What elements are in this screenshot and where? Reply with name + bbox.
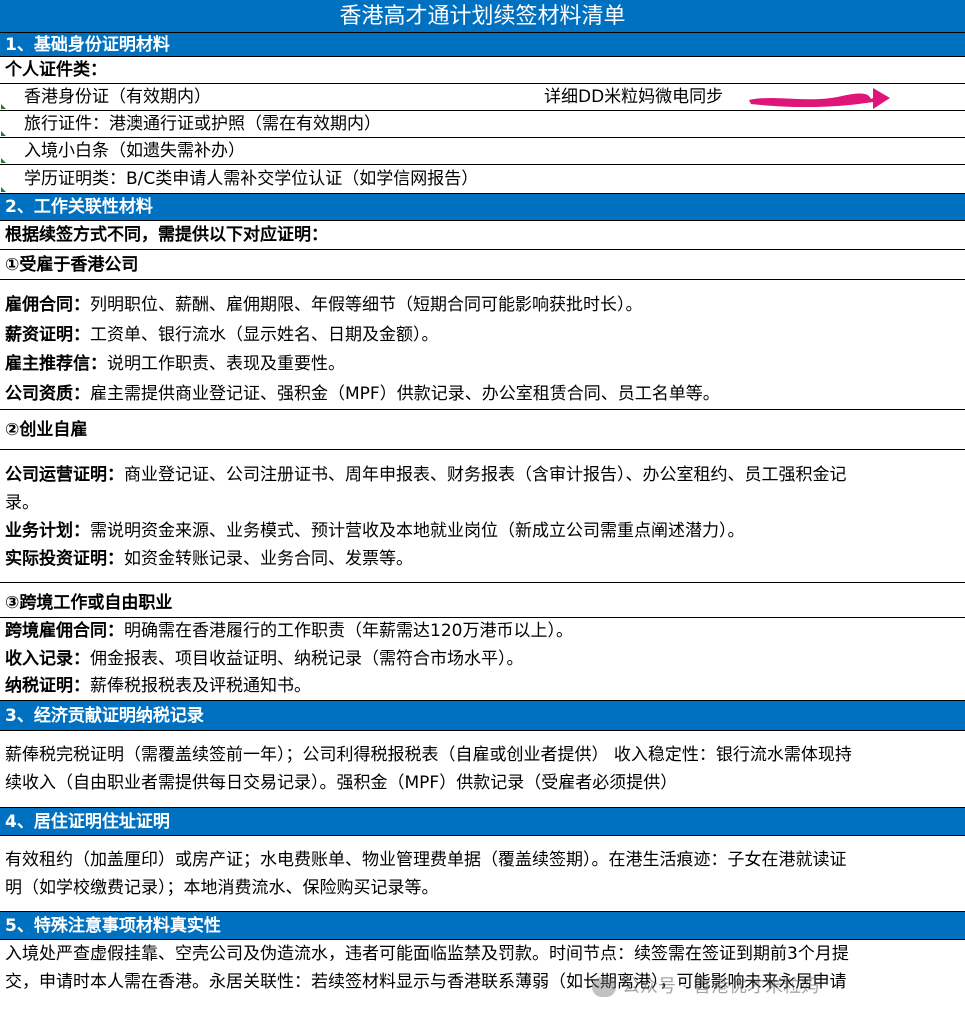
group-2-title: ②创业自雇 — [0, 410, 965, 450]
list-item: 入境小白条（如遗失需补办） — [0, 138, 965, 165]
line-value: 说明工作职责、表现及重要性。 — [107, 354, 345, 374]
line-value: 工资单、银行流水（显示姓名、日期及金额）。 — [90, 324, 439, 345]
group-1-line: 雇佣合同：列明职位、薪酬、雇佣期限、年假等细节（短期合同可能影响获批时长）。 — [5, 291, 965, 321]
section-2-heading: 2、工作关联性材料 — [0, 194, 965, 221]
section-4-heading: 4、居住证明住址证明 — [0, 808, 965, 836]
line-key: 薪资证明： — [5, 324, 90, 345]
group-2-line: 实际投资证明：如资金转账记录、业务合同、发票等。 — [5, 545, 965, 573]
line-key: 业务计划： — [5, 521, 90, 541]
section-3-heading: 3、经济贡献证明纳税记录 — [0, 701, 965, 731]
contact-note: 详细DD米粒妈微电同步 — [544, 87, 724, 107]
group-3-line: 跨境雇佣合同：明确需在香港履行的工作职责（年薪需达120万港币以上）。 — [5, 618, 965, 646]
group-3-body: 跨境雇佣合同：明确需在香港履行的工作职责（年薪需达120万港币以上）。 收入记录… — [0, 618, 965, 701]
line-key: 收入记录： — [5, 648, 90, 669]
line-key: 纳税证明： — [5, 676, 90, 696]
line-value: 需说明资金来源、业务模式、预计营收及本地就业岗位（新成立公司需重点阐述潜力）。 — [90, 521, 745, 541]
body-line: 交，申请时本人需在香港。永居关联性：若续签材料显示与香港联系薄弱（如长期离港），… — [5, 972, 847, 992]
section-2-intro: 根据续签方式不同，需提供以下对应证明： — [0, 221, 965, 250]
line-value: 如资金转账记录、业务合同、发票等。 — [124, 549, 413, 569]
wechat-icon — [592, 977, 616, 997]
watermark-text: 公众号 · 香港优才米粒妈 — [622, 976, 820, 997]
group-1-title: ①受雇于香港公司 — [0, 250, 965, 280]
item-text: 香港身份证（有效期内） — [24, 87, 211, 107]
group-2-line: 公司运营证明：商业登记证、公司注册证书、周年申报表、财务报表（含审计报告）、办公… — [5, 461, 965, 489]
line-value: 薪俸税报税表及评税通知书。 — [90, 676, 311, 696]
spreadsheet: 香港高才通计划续签材料清单 1、基础身份证明材料 个人证件类： 香港身份证（有效… — [0, 0, 965, 1011]
line-value: 商业登记证、公司注册证书、周年申报表、财务报表（含审计报告）、办公室租约、员工强… — [124, 465, 847, 485]
redaction-scribble — [749, 88, 890, 109]
group-3-line: 收入记录：佣金报表、项目收益证明、纳税记录（需符合市场水平）。 — [5, 646, 965, 674]
list-item: 旅行证件：港澳通行证或护照（需在有效期内） — [0, 111, 965, 138]
body-line: 有效租约（加盖厘印）或房产证；水电费账单、物业管理费单据（覆盖续签期）。在港生活… — [5, 850, 847, 870]
group-2-line: 业务计划：需说明资金来源、业务模式、预计营收及本地就业岗位（新成立公司需重点阐述… — [5, 517, 965, 545]
group-1-body: 雇佣合同：列明职位、薪酬、雇佣期限、年假等细节（短期合同可能影响获批时长）。 薪… — [0, 280, 965, 410]
body-line: 入境处严查虚假挂靠、空壳公司及伪造流水，违者可能面临监禁及罚款。时间节点：续签需… — [5, 944, 849, 964]
section-4-body: 有效租约（加盖厘印）或房产证；水电费账单、物业管理费单据（覆盖续签期）。在港生活… — [0, 836, 965, 912]
section-5-heading: 5、特殊注意事项材料真实性 — [0, 912, 965, 940]
section-3-body: 薪俸税完税证明（需覆盖续签前一年）；公司利得税报税表（自雇或创业者提供） 收入稳… — [0, 731, 965, 808]
section-1-subheading: 个人证件类： — [0, 57, 965, 84]
section-5-body: 入境处严查虚假挂靠、空壳公司及伪造流水，违者可能面临监禁及罚款。时间节点：续签需… — [0, 940, 965, 1011]
line-value: 佣金报表、项目收益证明、纳税记录（需符合市场水平）。 — [90, 648, 524, 669]
group-2-body: 公司运营证明：商业登记证、公司注册证书、周年申报表、财务报表（含审计报告）、办公… — [0, 450, 965, 583]
line-value: 雇主需提供商业登记证、强积金（MPF）供款记录、办公室租赁合同、员工名单等。 — [90, 383, 720, 404]
line-key: 雇主推荐信： — [5, 354, 107, 374]
line-value: 列明职位、薪酬、雇佣期限、年假等细节（短期合同可能影响获批时长）。 — [90, 295, 643, 315]
line-key: 公司运营证明： — [5, 465, 124, 485]
line-key: 公司资质： — [5, 383, 90, 404]
body-line: 明（如学校缴费记录）；本地消费流水、保险购买记录等。 — [5, 878, 439, 898]
line-key: 跨境雇佣合同： — [5, 621, 124, 641]
watermark: 公众号 · 香港优才米粒妈 — [592, 972, 819, 998]
section-1-heading: 1、基础身份证明材料 — [0, 33, 965, 57]
group-1-line: 公司资质：雇主需提供商业登记证、强积金（MPF）供款记录、办公室租赁合同、员工名… — [5, 380, 965, 410]
list-item: 学历证明类：B/C类申请人需补交学位认证（如学信网报告） — [0, 165, 965, 194]
line-key: 雇佣合同： — [5, 295, 90, 315]
group-2-line-wrap: 录。 — [5, 493, 39, 513]
line-value: 明确需在香港履行的工作职责（年薪需达120万港币以上）。 — [124, 621, 573, 641]
line-key: 实际投资证明： — [5, 549, 124, 569]
body-line: 续收入（自由职业者需提供每日交易记录）。强积金（MPF）供款记录（受雇者必须提供… — [5, 773, 678, 793]
sheet-title: 香港高才通计划续签材料清单 — [0, 0, 965, 33]
group-3-line: 纳税证明：薪俸税报税表及评税通知书。 — [5, 673, 965, 700]
group-3-title: ③跨境工作或自由职业 — [0, 583, 965, 618]
body-line: 薪俸税完税证明（需覆盖续签前一年）；公司利得税报税表（自雇或创业者提供） 收入稳… — [5, 745, 852, 765]
group-1-line: 雇主推荐信：说明工作职责、表现及重要性。 — [5, 350, 965, 380]
group-1-line: 薪资证明：工资单、银行流水（显示姓名、日期及金额）。 — [5, 321, 965, 351]
